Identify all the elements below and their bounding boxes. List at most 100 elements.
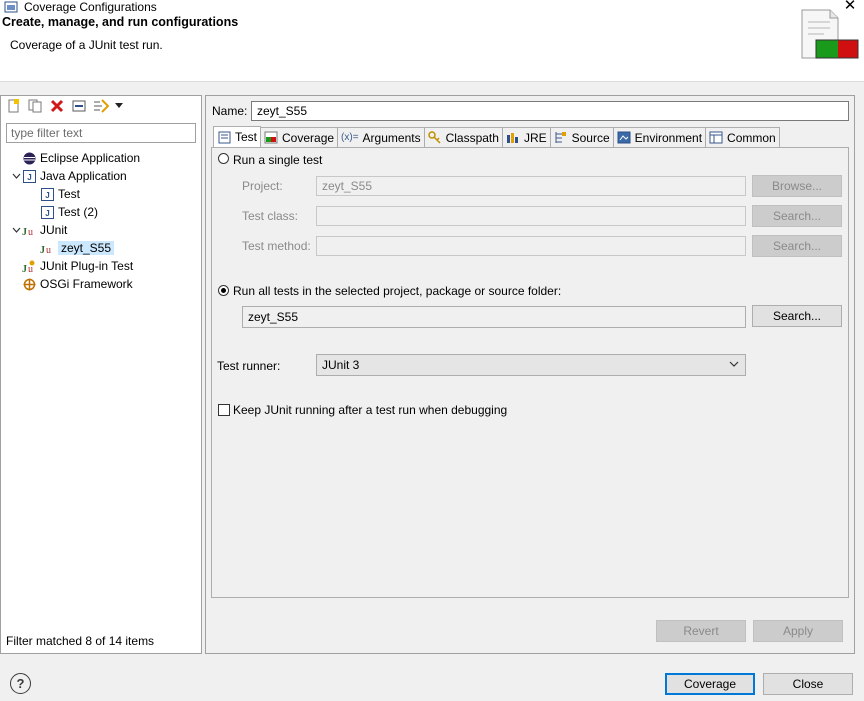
test-method-field[interactable] [316, 236, 746, 256]
chevron-down-icon[interactable] [10, 167, 22, 185]
test-runner-select[interactable]: JUnit 3 [316, 354, 746, 376]
tab-coverage-label: Coverage [282, 130, 335, 145]
chevron-down-icon[interactable] [10, 221, 22, 239]
left-toolbar [3, 97, 125, 115]
filter-status: Filter matched 8 of 14 items [6, 634, 155, 648]
project-field[interactable]: zeyt_S55 [316, 176, 746, 196]
coverage-run-button[interactable]: Coverage [665, 673, 755, 695]
revert-button[interactable]: Revert [656, 620, 746, 642]
tree-item-label: JUnit [40, 223, 68, 237]
apply-button[interactable]: Apply [753, 620, 843, 642]
new-config-icon[interactable] [3, 97, 23, 115]
tab-source-label: Source [571, 130, 610, 145]
run-single-test-radio[interactable] [218, 153, 229, 167]
tab-arguments-label: Arguments [362, 130, 421, 145]
coverage-banner-icon [800, 8, 860, 62]
svg-text:J: J [27, 173, 31, 182]
tree-item[interactable]: Ju JUnit Plug-in Test [10, 257, 133, 275]
duplicate-icon[interactable] [25, 97, 45, 115]
project-label: Project: [242, 179, 283, 193]
svg-text:J: J [22, 264, 27, 273]
svg-text:J: J [22, 227, 27, 237]
svg-text:J: J [45, 191, 49, 200]
tree-item[interactable]: J Test (2) [28, 203, 98, 221]
keep-junit-running-label: Keep JUnit running after a test run when… [233, 403, 508, 417]
header-subtitle: Coverage of a JUnit test run. [10, 38, 163, 52]
tree-item-label: OSGi Framework [40, 277, 133, 291]
keep-junit-running-checkbox[interactable] [218, 404, 230, 416]
help-icon[interactable]: ? [10, 673, 31, 694]
coverage-tab-icon [264, 131, 278, 145]
svg-text:u: u [46, 245, 51, 255]
junit-icon: Ju [22, 223, 36, 237]
run-all-tests-label: Run all tests in the selected project, p… [233, 284, 562, 298]
tree-item[interactable]: Eclipse Application [10, 149, 140, 167]
close-button[interactable]: Close [763, 673, 853, 695]
test-method-label: Test method: [242, 239, 311, 253]
svg-text:u: u [28, 227, 33, 237]
run-all-tests-radio[interactable] [218, 285, 229, 299]
test-class-field[interactable] [316, 206, 746, 226]
config-tabs: Test Coverage (x)= Arguments Classpath J… [213, 126, 780, 147]
tab-common-label: Common [727, 130, 776, 145]
tree-item[interactable]: Ju JUnit [10, 221, 67, 239]
arguments-tab-icon: (x)= [341, 132, 359, 143]
tree-item-label: Java Application [40, 169, 127, 183]
delete-icon[interactable] [47, 97, 67, 115]
tree-item[interactable]: J Test [28, 185, 80, 203]
tab-common[interactable]: Common [705, 127, 780, 147]
search-container-button[interactable]: Search... [752, 305, 842, 327]
test-tab-icon [217, 130, 231, 144]
tab-classpath[interactable]: Classpath [423, 127, 503, 147]
tree-item[interactable]: OSGi Framework [10, 275, 133, 293]
tab-coverage[interactable]: Coverage [260, 127, 339, 147]
java-app-icon: J [22, 169, 36, 183]
eclipse-icon [22, 151, 36, 165]
source-tab-icon [554, 131, 568, 145]
header-title: Create, manage, and run configurations [2, 15, 239, 29]
tab-jre[interactable]: JRE [501, 127, 551, 147]
run-single-test-label: Run a single test [233, 153, 323, 167]
search-class-button[interactable]: Search... [752, 205, 842, 227]
name-label: Name: [212, 104, 248, 118]
filter-input[interactable] [6, 123, 196, 143]
tab-jre-label: JRE [523, 130, 547, 145]
collapse-all-icon[interactable] [69, 97, 89, 115]
tab-environment-label: Environment [634, 130, 703, 145]
svg-text:J: J [40, 245, 45, 255]
dropdown-arrow-icon[interactable] [113, 97, 125, 115]
search-method-button[interactable]: Search... [752, 235, 842, 257]
classpath-tab-icon [427, 131, 442, 145]
java-app-icon: J [40, 205, 54, 219]
tree-item[interactable]: Ju zeyt_S55 [28, 239, 115, 257]
jre-tab-icon [506, 131, 520, 145]
tab-test[interactable]: Test [213, 126, 262, 147]
environment-tab-icon [617, 131, 631, 145]
svg-text:J: J [45, 209, 49, 218]
tree-item-label: Test [58, 187, 81, 201]
window-title: Coverage Configurations [24, 0, 157, 14]
tree-item-label: JUnit Plug-in Test [40, 259, 134, 273]
tree-item-label: zeyt_S55 [58, 241, 115, 255]
window-app-icon [4, 0, 18, 14]
tree-item-label: Test (2) [58, 205, 99, 219]
common-tab-icon [709, 131, 723, 145]
config-name-input[interactable]: zeyt_S55 [251, 101, 849, 121]
tab-source[interactable]: Source [549, 127, 614, 147]
test-class-label: Test class: [242, 209, 299, 223]
container-field[interactable]: zeyt_S55 [242, 306, 746, 328]
browse-project-button[interactable]: Browse... [752, 175, 842, 197]
tab-test-label: Test [235, 130, 258, 144]
tab-environment[interactable]: Environment [612, 127, 707, 147]
tree-item[interactable]: J Java Application [10, 167, 127, 185]
osgi-icon [22, 277, 36, 291]
filter-icon[interactable] [91, 97, 111, 115]
junit-plugin-icon: Ju [22, 259, 36, 273]
tab-arguments[interactable]: (x)= Arguments [337, 127, 425, 147]
test-runner-value: JUnit 3 [322, 358, 360, 372]
